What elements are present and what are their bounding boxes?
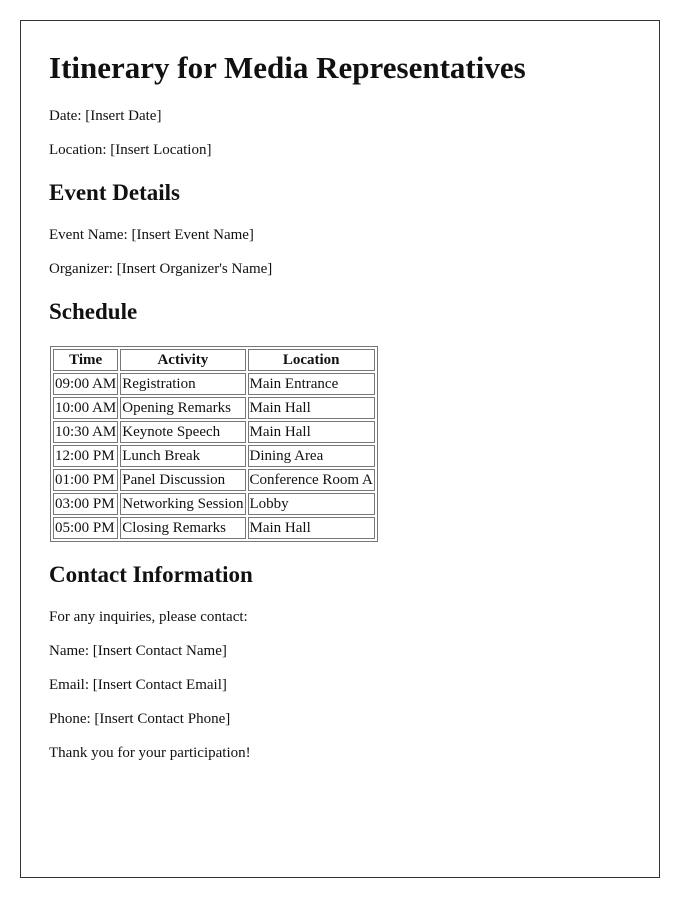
schedule-heading: Schedule	[49, 299, 138, 324]
column-header-activity: Activity	[120, 349, 246, 371]
contact-email-line: Email: [Insert Contact Email]	[49, 677, 227, 693]
cell-time: 10:30 AM	[53, 421, 119, 443]
table-header-row: Time Activity Location	[53, 349, 375, 371]
organizer-line: Organizer: [Insert Organizer's Name]	[49, 261, 273, 277]
table-row: 10:30 AM Keynote Speech Main Hall	[53, 421, 375, 443]
cell-location: Conference Room A	[247, 469, 375, 491]
cell-location: Lobby	[247, 493, 375, 515]
cell-activity: Networking Session	[120, 493, 246, 515]
cell-time: 10:00 AM	[53, 397, 119, 419]
cell-activity: Panel Discussion	[120, 469, 246, 491]
contact-name-line: Name: [Insert Contact Name]	[49, 643, 227, 659]
location-line: Location: [Insert Location]	[49, 142, 212, 158]
table-row: 09:00 AM Registration Main Entrance	[53, 373, 375, 395]
cell-activity: Opening Remarks	[120, 397, 246, 419]
date-line: Date: [Insert Date]	[49, 108, 162, 124]
cell-location: Dining Area	[247, 445, 375, 467]
schedule-table: Time Activity Location 09:00 AM Registra…	[50, 346, 378, 542]
page-title: Itinerary for Media Representatives	[49, 50, 526, 85]
closing-line: Thank you for your participation!	[49, 745, 251, 761]
table-row: 01:00 PM Panel Discussion Conference Roo…	[53, 469, 375, 491]
table-row: 03:00 PM Networking Session Lobby	[53, 493, 375, 515]
cell-location: Main Hall	[247, 421, 375, 443]
event-name-line: Event Name: [Insert Event Name]	[49, 227, 254, 243]
column-header-time: Time	[53, 349, 119, 371]
cell-activity: Keynote Speech	[120, 421, 246, 443]
cell-activity: Lunch Break	[120, 445, 246, 467]
table-row: 12:00 PM Lunch Break Dining Area	[53, 445, 375, 467]
cell-time: 01:00 PM	[53, 469, 119, 491]
column-header-location: Location	[247, 349, 375, 371]
cell-activity: Registration	[120, 373, 246, 395]
cell-location: Main Entrance	[247, 373, 375, 395]
contact-intro: For any inquiries, please contact:	[49, 609, 248, 625]
cell-time: 05:00 PM	[53, 517, 119, 539]
contact-phone-line: Phone: [Insert Contact Phone]	[49, 711, 231, 727]
cell-activity: Closing Remarks	[120, 517, 246, 539]
cell-time: 12:00 PM	[53, 445, 119, 467]
cell-time: 09:00 AM	[53, 373, 119, 395]
itinerary-document: Itinerary for Media Representatives Date…	[20, 20, 660, 878]
event-details-heading: Event Details	[49, 180, 180, 205]
cell-time: 03:00 PM	[53, 493, 119, 515]
cell-location: Main Hall	[247, 517, 375, 539]
contact-heading: Contact Information	[49, 562, 253, 587]
table-row: 05:00 PM Closing Remarks Main Hall	[53, 517, 375, 539]
cell-location: Main Hall	[247, 397, 375, 419]
table-row: 10:00 AM Opening Remarks Main Hall	[53, 397, 375, 419]
